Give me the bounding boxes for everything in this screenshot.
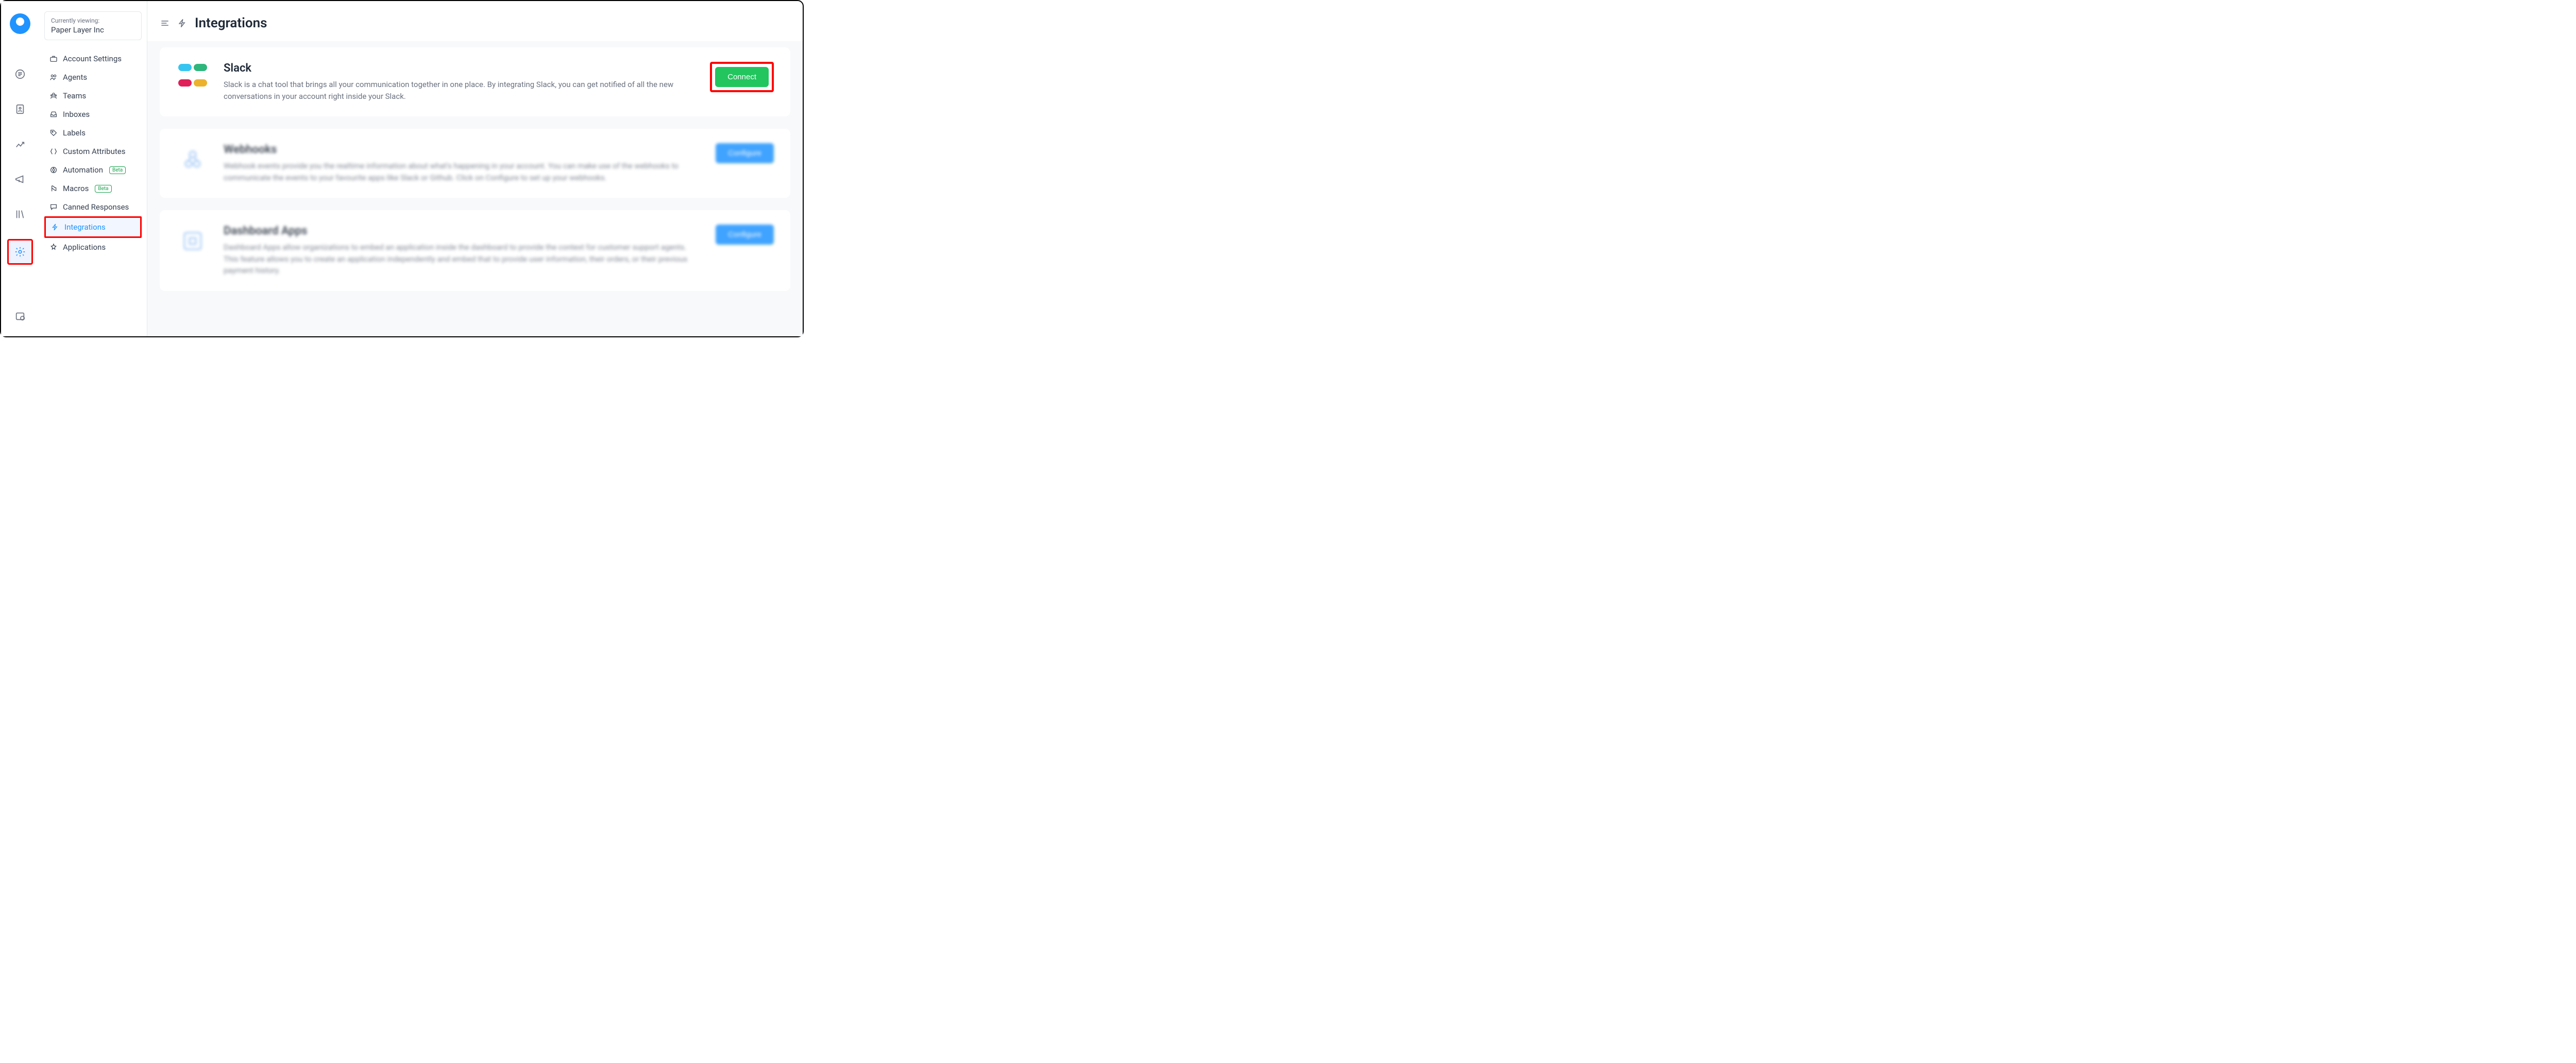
- configure-button[interactable]: Configure: [716, 225, 774, 245]
- sidebar-item-label: Canned Responses: [63, 202, 129, 212]
- sidebar-item-agents[interactable]: Agents: [44, 68, 142, 87]
- sidebar-item-canned-responses[interactable]: Canned Responses: [44, 198, 142, 216]
- agents-icon: [49, 73, 58, 81]
- docs-icon[interactable]: [10, 306, 30, 327]
- applications-icon: [49, 243, 58, 251]
- inboxes-icon: [49, 110, 58, 118]
- integrations-icon: [51, 223, 59, 231]
- automation-icon: [49, 166, 58, 174]
- sidebar-item-label: Automation: [63, 165, 103, 175]
- sidebar-item-label: Macros: [63, 184, 89, 193]
- custom-attributes-icon: [49, 147, 58, 156]
- sidebar-item-labels[interactable]: Labels: [44, 124, 142, 142]
- sidebar-item-applications[interactable]: Applications: [44, 238, 142, 256]
- org-name: Paper Layer Inc: [51, 25, 135, 35]
- settings-icon[interactable]: [7, 239, 33, 265]
- integration-title: Slack: [224, 62, 696, 75]
- highlight-box: Connect: [710, 62, 774, 92]
- teams-icon: [49, 92, 58, 100]
- sidebar-item-label: Integrations: [64, 222, 106, 232]
- sidebar-item-account-settings[interactable]: Account Settings: [44, 49, 142, 68]
- slack-logo: [176, 62, 209, 95]
- canned-responses-icon: [49, 203, 58, 211]
- nav-rail: [1, 1, 39, 336]
- integration-title: Dashboard Apps: [224, 225, 701, 237]
- campaigns-icon[interactable]: [10, 169, 30, 190]
- page-header: Integrations: [147, 1, 803, 41]
- bolt-icon: [177, 18, 188, 28]
- conversations-icon[interactable]: [10, 64, 30, 84]
- settings-sidebar: Currently viewing: Paper Layer Inc Accou…: [39, 1, 147, 336]
- page-title: Integrations: [195, 15, 267, 31]
- integration-description: Webhook events provide you the realtime …: [224, 160, 701, 183]
- connect-button[interactable]: Connect: [715, 67, 769, 87]
- configure-button[interactable]: Configure: [716, 143, 774, 163]
- integration-description: Slack is a chat tool that brings all you…: [224, 79, 696, 102]
- integration-description: Dashboard Apps allow organizations to em…: [224, 242, 701, 277]
- org-label: Currently viewing:: [51, 17, 135, 24]
- integration-webhooks: Webhooks Webhook events provide you the …: [160, 129, 790, 198]
- sidebar-item-label: Applications: [63, 243, 106, 252]
- contacts-icon[interactable]: [10, 99, 30, 119]
- sidebar-item-label: Custom Attributes: [63, 147, 125, 156]
- org-selector[interactable]: Currently viewing: Paper Layer Inc: [44, 11, 142, 40]
- app-logo[interactable]: [10, 13, 30, 34]
- library-icon[interactable]: [10, 204, 30, 225]
- sidebar-item-automation[interactable]: Automation Beta: [44, 161, 142, 179]
- briefcase-icon: [49, 55, 58, 63]
- labels-icon: [49, 129, 58, 137]
- sidebar-item-integrations[interactable]: Integrations: [44, 216, 142, 238]
- integration-dashboard-apps: Dashboard Apps Dashboard Apps allow orga…: [160, 210, 790, 291]
- sidebar-item-label: Agents: [63, 73, 87, 82]
- sidebar-item-macros[interactable]: Macros Beta: [44, 179, 142, 198]
- reports-icon[interactable]: [10, 134, 30, 155]
- sidebar-item-custom-attributes[interactable]: Custom Attributes: [44, 142, 142, 161]
- webhooks-icon: [176, 143, 209, 176]
- integration-slack: Slack Slack is a chat tool that brings a…: [160, 47, 790, 116]
- beta-badge: Beta: [95, 185, 111, 193]
- beta-badge: Beta: [109, 166, 126, 174]
- integration-title: Webhooks: [224, 143, 701, 156]
- sidebar-item-label: Inboxes: [63, 110, 90, 119]
- integrations-list: Slack Slack is a chat tool that brings a…: [147, 41, 803, 336]
- sidebar-item-label: Labels: [63, 128, 86, 138]
- menu-icon[interactable]: [160, 18, 170, 28]
- sidebar-item-label: Teams: [63, 91, 86, 100]
- macros-icon: [49, 184, 58, 193]
- sidebar-item-inboxes[interactable]: Inboxes: [44, 105, 142, 124]
- main-panel: Integrations Slack Slack is a chat tool …: [147, 1, 803, 336]
- sidebar-item-label: Account Settings: [63, 54, 122, 63]
- sidebar-item-teams[interactable]: Teams: [44, 87, 142, 105]
- dashboard-apps-icon: [176, 225, 209, 258]
